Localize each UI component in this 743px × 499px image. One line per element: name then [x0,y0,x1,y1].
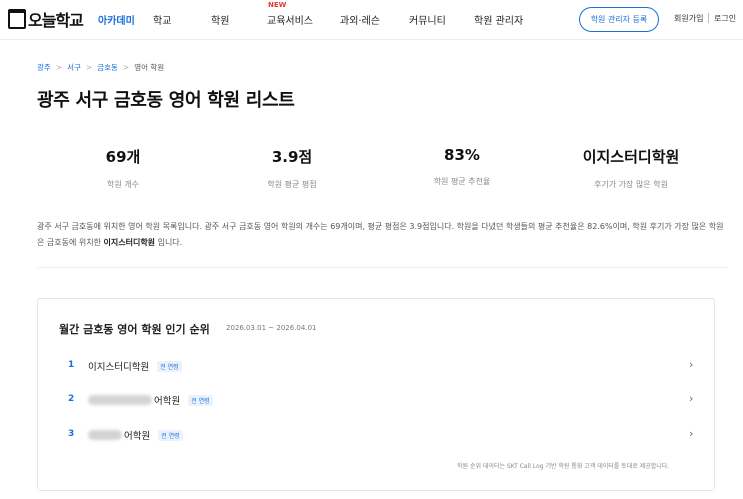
stat-recommend-rate: 83% 학원 평균 추천율 [377,146,547,187]
academy-name-text: 이지스터디학원 [88,362,150,373]
stat-label: 학원 평균 평점 [267,180,317,189]
academy-name-text: 어학원 [124,431,151,442]
ranking-data-note: 학원 순위 데이터는 SKT Call Log 기반 학원 통화 고객 데이터를… [457,463,670,470]
login-link[interactable]: 로그인 [714,13,736,24]
stat-average-rating: 3.9점 학원 평균 평점 [207,146,377,190]
academy-name: 이지스터디학원 전 연령 [88,359,182,373]
stat-label: 학원 평균 추천율 [433,177,491,186]
top-header: 오늘학교 아카데미 학교 학원 NEW 교육서비스 과외·레슨 커뮤니티 학원 … [0,0,743,40]
academy-link[interactable]: 아카데미 [98,12,135,27]
breadcrumb-current: 영어 학원 [134,63,165,72]
breadcrumb-chevron-icon: > [85,63,93,72]
ranking-item[interactable]: 1 이지스터디학원 전 연령 › [38,353,714,379]
academy-name: 어학원 전 연령 [88,393,213,407]
page-title: 광주 서구 금호동 영어 학원 리스트 [37,90,295,111]
stat-academy-count: 69개 학원 개수 [38,146,208,190]
ranking-card: 월간 금호동 영어 학원 인기 순위 2026.03.01 ~ 2026.04.… [37,298,715,491]
register-admin-button[interactable]: 학원 관리자 등록 [579,7,659,32]
description-text-end: 입니다. [155,238,183,247]
rank-number: 2 [68,394,75,404]
breadcrumb-chevron-icon: > [55,63,63,72]
stat-value: 이지스터디학원 [582,148,680,166]
nav-tutoring-lessons[interactable]: 과외·레슨 [340,12,380,27]
new-badge: NEW [268,1,287,9]
nav-academy-admin[interactable]: 학원 관리자 [474,12,523,27]
blurred-name-mask [88,395,152,405]
rank-number: 1 [68,360,75,370]
age-badge: 전 연령 [188,394,213,406]
stat-label: 학원 개수 [107,180,139,189]
stat-label: 후기가 가장 많은 학원 [594,180,668,189]
logo-text: 오늘학교 [28,11,84,30]
description-highlight: 이지스터디학원 [103,238,156,247]
nav-academy[interactable]: 학원 [211,12,229,27]
breadcrumb-chevron-icon: > [122,63,130,72]
header-separator [708,13,709,23]
site-logo[interactable]: 오늘학교 [8,7,84,31]
stat-value: 83% [444,146,480,164]
academy-name: 어학원 전 연령 [88,428,183,442]
nav-education-service[interactable]: 교육서비스 [267,12,313,27]
ranking-item[interactable]: 2 어학원 전 연령 › [38,387,714,413]
chevron-right-icon: › [689,427,694,440]
age-badge: 전 연령 [157,360,182,372]
chevron-right-icon: › [689,392,694,405]
breadcrumb-geumho[interactable]: 금호동 [97,62,118,73]
summary-description: 광주 서구 금호동에 위치한 영어 학원 목록입니다. 광주 서구 금호동 영어… [37,219,727,251]
signup-link[interactable]: 회원가입 [674,13,703,24]
blurred-name-mask [88,430,122,440]
breadcrumb: 광주 > 서구 > 금호동 > 영어 학원 [37,62,164,73]
logo-icon [8,9,26,29]
ranking-period: 2026.03.01 ~ 2026.04.01 [226,324,317,332]
ranking-item[interactable]: 3 어학원 전 연령 › [38,422,714,448]
breadcrumb-seogu[interactable]: 서구 [67,62,81,73]
rank-number: 3 [68,429,75,439]
ranking-title: 월간 금호동 영어 학원 인기 순위 [59,323,210,336]
stat-value: 69개 [105,148,141,166]
stat-most-reviewed: 이지스터디학원 후기가 가장 많은 학원 [546,146,716,190]
age-badge: 전 연령 [158,429,183,441]
stat-value: 3.9점 [271,148,313,166]
nav-community[interactable]: 커뮤니티 [409,12,446,27]
chevron-right-icon: › [689,358,694,371]
nav-school[interactable]: 학교 [153,12,171,27]
section-divider [37,267,727,268]
academy-name-text: 어학원 [154,396,181,407]
breadcrumb-gwangju[interactable]: 광주 [37,62,51,73]
